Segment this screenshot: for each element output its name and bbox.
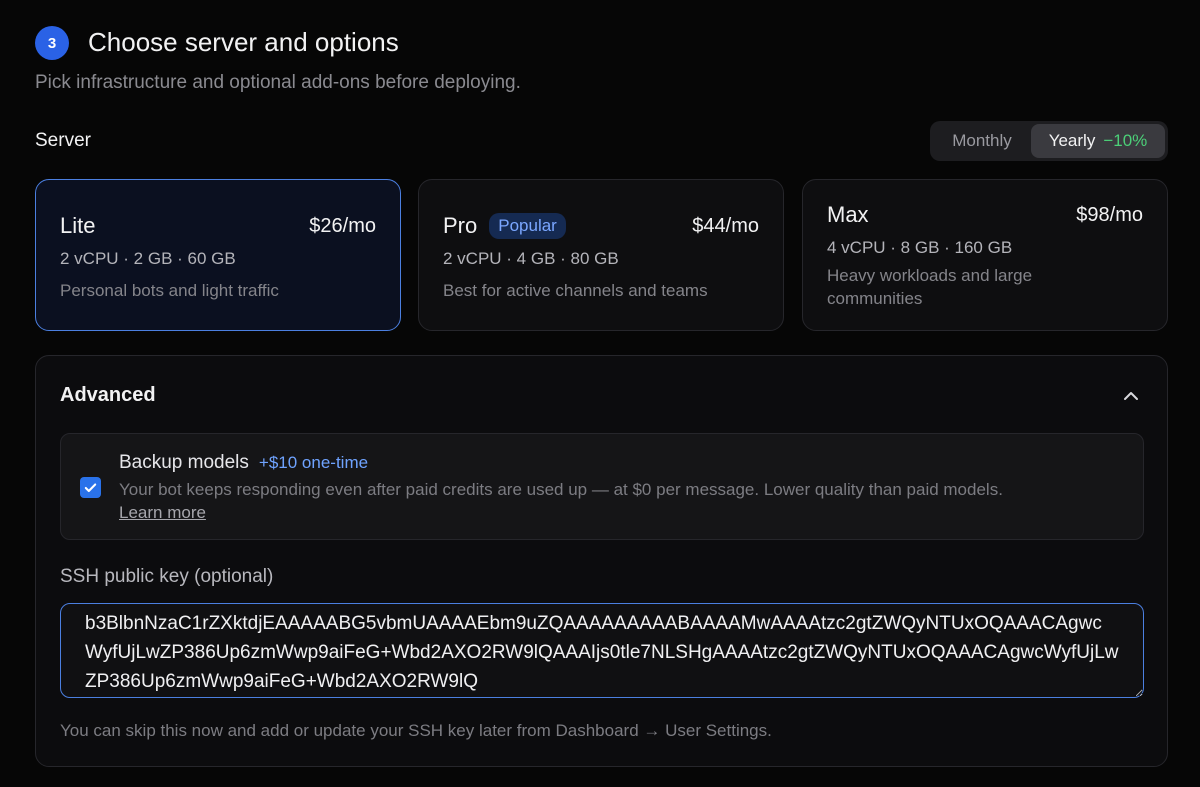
plan-description: Personal bots and light traffic — [60, 279, 376, 302]
billing-period-toggle: Monthly Yearly −10% — [930, 121, 1168, 161]
page-title: Choose server and options — [88, 27, 399, 58]
yearly-label: Yearly — [1049, 131, 1096, 151]
ssh-key-label: SSH public key (optional) — [60, 566, 273, 588]
plan-price: $26/mo — [309, 215, 376, 238]
plan-specs: 2 vCPU · 2 GB · 60 GB — [60, 249, 376, 269]
ssh-key-input[interactable]: b3BlbnNzaC1rZXktdjEAAAAABG5vbmUAAAAEbm9u… — [60, 603, 1144, 698]
step-number-badge: 3 — [35, 26, 69, 60]
advanced-title[interactable]: Advanced — [60, 384, 156, 407]
yearly-discount: −10% — [1103, 131, 1147, 151]
billing-yearly-option[interactable]: Yearly −10% — [1031, 124, 1165, 158]
plan-name: Max — [827, 202, 869, 228]
ssh-key-hint: You can skip this now and add or update … — [60, 721, 772, 741]
backup-models-description: Your bot keeps responding even after pai… — [119, 480, 1003, 500]
advanced-section: Advanced Backup models +$10 one-time Your… — [35, 355, 1168, 767]
learn-more-link[interactable]: Learn more — [119, 503, 206, 523]
plan-description: Best for active channels and teams — [443, 279, 759, 302]
popular-badge: Popular — [489, 213, 566, 239]
plan-card-lite[interactable]: Lite $26/mo 2 vCPU · 2 GB · 60 GB Persona… — [35, 179, 401, 331]
plan-price: $44/mo — [692, 215, 759, 238]
backup-models-title: Backup models — [119, 452, 249, 473]
plan-name: Lite — [60, 213, 95, 239]
billing-monthly-option[interactable]: Monthly — [933, 124, 1031, 158]
plan-name: Pro — [443, 213, 477, 239]
plan-specs: 4 vCPU · 8 GB · 160 GB — [827, 238, 1143, 258]
plan-card-max[interactable]: Max $98/mo 4 vCPU · 8 GB · 160 GB Heavy w… — [802, 179, 1168, 331]
page-subtitle: Pick infrastructure and optional add-ons… — [35, 72, 521, 94]
plan-price: $98/mo — [1076, 204, 1143, 227]
backup-models-option: Backup models +$10 one-time Your bot keep… — [60, 433, 1144, 540]
backup-models-checkbox[interactable] — [80, 477, 101, 498]
plan-specs: 2 vCPU · 4 GB · 80 GB — [443, 249, 759, 269]
checkmark-icon — [83, 480, 98, 495]
plan-card-pro[interactable]: Pro Popular $44/mo 2 vCPU · 4 GB · 80 GB B… — [418, 179, 784, 331]
server-section-label: Server — [35, 130, 91, 152]
chevron-up-icon[interactable] — [1121, 386, 1141, 406]
plan-description: Heavy workloads and large communities — [827, 264, 1087, 310]
backup-models-price: +$10 one-time — [259, 453, 368, 472]
